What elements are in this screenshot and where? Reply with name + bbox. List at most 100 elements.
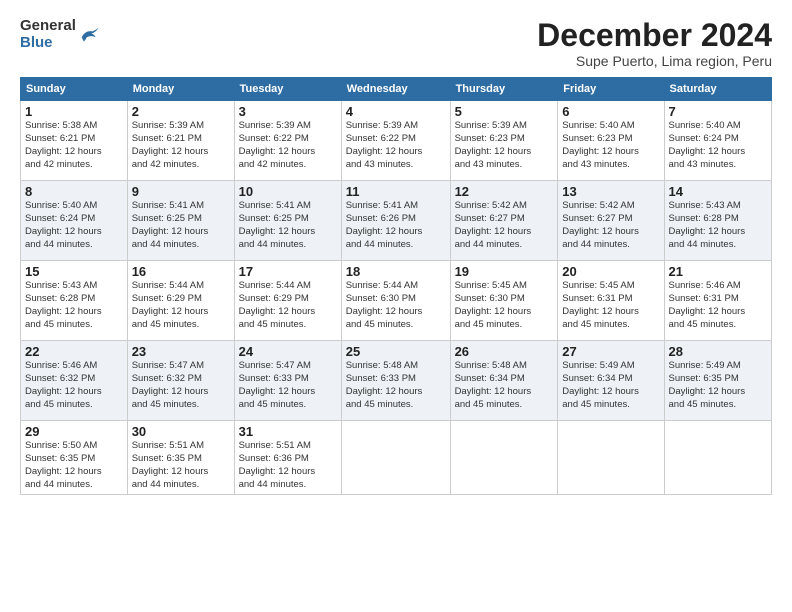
day-number: 21 (669, 264, 768, 279)
day-number: 29 (25, 424, 123, 439)
table-row: 3Sunrise: 5:39 AMSunset: 6:22 PMDaylight… (234, 101, 341, 181)
day-detail: Sunrise: 5:44 AMSunset: 6:29 PMDaylight:… (239, 280, 316, 329)
logo-general-text: General (20, 18, 76, 35)
day-detail: Sunrise: 5:39 AMSunset: 6:23 PMDaylight:… (455, 120, 532, 169)
day-detail: Sunrise: 5:43 AMSunset: 6:28 PMDaylight:… (669, 200, 746, 249)
table-row: 16Sunrise: 5:44 AMSunset: 6:29 PMDayligh… (127, 261, 234, 341)
table-row: 9Sunrise: 5:41 AMSunset: 6:25 PMDaylight… (127, 181, 234, 261)
table-row: 15Sunrise: 5:43 AMSunset: 6:28 PMDayligh… (21, 261, 128, 341)
day-number: 14 (669, 184, 768, 199)
table-row: 30Sunrise: 5:51 AMSunset: 6:35 PMDayligh… (127, 421, 234, 495)
day-detail: Sunrise: 5:40 AMSunset: 6:24 PMDaylight:… (669, 120, 746, 169)
calendar-row-3: 15Sunrise: 5:43 AMSunset: 6:28 PMDayligh… (21, 261, 772, 341)
table-row: 18Sunrise: 5:44 AMSunset: 6:30 PMDayligh… (341, 261, 450, 341)
table-row: 24Sunrise: 5:47 AMSunset: 6:33 PMDayligh… (234, 341, 341, 421)
day-number: 11 (346, 184, 446, 199)
table-row (558, 421, 664, 495)
table-row (450, 421, 558, 495)
day-detail: Sunrise: 5:48 AMSunset: 6:33 PMDaylight:… (346, 360, 423, 409)
day-detail: Sunrise: 5:40 AMSunset: 6:23 PMDaylight:… (562, 120, 639, 169)
day-detail: Sunrise: 5:42 AMSunset: 6:27 PMDaylight:… (455, 200, 532, 249)
day-detail: Sunrise: 5:38 AMSunset: 6:21 PMDaylight:… (25, 120, 102, 169)
day-number: 24 (239, 344, 337, 359)
page: General Blue December 2024 Supe Puerto, … (0, 0, 792, 612)
col-monday: Monday (127, 78, 234, 101)
day-number: 30 (132, 424, 230, 439)
table-row: 21Sunrise: 5:46 AMSunset: 6:31 PMDayligh… (664, 261, 772, 341)
day-detail: Sunrise: 5:49 AMSunset: 6:34 PMDaylight:… (562, 360, 639, 409)
day-number: 8 (25, 184, 123, 199)
day-number: 6 (562, 104, 659, 119)
title-area: December 2024 Supe Puerto, Lima region, … (537, 18, 772, 69)
col-wednesday: Wednesday (341, 78, 450, 101)
month-title: December 2024 (537, 18, 772, 53)
table-row: 5Sunrise: 5:39 AMSunset: 6:23 PMDaylight… (450, 101, 558, 181)
col-friday: Friday (558, 78, 664, 101)
day-detail: Sunrise: 5:51 AMSunset: 6:36 PMDaylight:… (239, 440, 316, 489)
day-number: 7 (669, 104, 768, 119)
table-row: 10Sunrise: 5:41 AMSunset: 6:25 PMDayligh… (234, 181, 341, 261)
day-detail: Sunrise: 5:45 AMSunset: 6:30 PMDaylight:… (455, 280, 532, 329)
day-detail: Sunrise: 5:50 AMSunset: 6:35 PMDaylight:… (25, 440, 102, 489)
day-number: 25 (346, 344, 446, 359)
day-number: 2 (132, 104, 230, 119)
col-saturday: Saturday (664, 78, 772, 101)
table-row: 31Sunrise: 5:51 AMSunset: 6:36 PMDayligh… (234, 421, 341, 495)
day-detail: Sunrise: 5:39 AMSunset: 6:22 PMDaylight:… (239, 120, 316, 169)
day-number: 1 (25, 104, 123, 119)
day-number: 16 (132, 264, 230, 279)
day-number: 12 (455, 184, 554, 199)
table-row: 1Sunrise: 5:38 AMSunset: 6:21 PMDaylight… (21, 101, 128, 181)
calendar-table: Sunday Monday Tuesday Wednesday Thursday… (20, 77, 772, 495)
day-number: 5 (455, 104, 554, 119)
table-row: 28Sunrise: 5:49 AMSunset: 6:35 PMDayligh… (664, 341, 772, 421)
table-row: 27Sunrise: 5:49 AMSunset: 6:34 PMDayligh… (558, 341, 664, 421)
logo-blue-text: Blue (20, 35, 76, 52)
day-detail: Sunrise: 5:44 AMSunset: 6:29 PMDaylight:… (132, 280, 209, 329)
table-row: 2Sunrise: 5:39 AMSunset: 6:21 PMDaylight… (127, 101, 234, 181)
day-detail: Sunrise: 5:41 AMSunset: 6:25 PMDaylight:… (132, 200, 209, 249)
subtitle: Supe Puerto, Lima region, Peru (537, 53, 772, 69)
day-detail: Sunrise: 5:46 AMSunset: 6:31 PMDaylight:… (669, 280, 746, 329)
col-sunday: Sunday (21, 78, 128, 101)
day-detail: Sunrise: 5:48 AMSunset: 6:34 PMDaylight:… (455, 360, 532, 409)
day-number: 19 (455, 264, 554, 279)
day-number: 26 (455, 344, 554, 359)
table-row: 26Sunrise: 5:48 AMSunset: 6:34 PMDayligh… (450, 341, 558, 421)
day-number: 18 (346, 264, 446, 279)
table-row: 20Sunrise: 5:45 AMSunset: 6:31 PMDayligh… (558, 261, 664, 341)
day-number: 27 (562, 344, 659, 359)
col-tuesday: Tuesday (234, 78, 341, 101)
table-row: 11Sunrise: 5:41 AMSunset: 6:26 PMDayligh… (341, 181, 450, 261)
day-detail: Sunrise: 5:49 AMSunset: 6:35 PMDaylight:… (669, 360, 746, 409)
day-number: 10 (239, 184, 337, 199)
day-detail: Sunrise: 5:51 AMSunset: 6:35 PMDaylight:… (132, 440, 209, 489)
table-row: 29Sunrise: 5:50 AMSunset: 6:35 PMDayligh… (21, 421, 128, 495)
table-row: 4Sunrise: 5:39 AMSunset: 6:22 PMDaylight… (341, 101, 450, 181)
day-detail: Sunrise: 5:47 AMSunset: 6:33 PMDaylight:… (239, 360, 316, 409)
day-number: 3 (239, 104, 337, 119)
table-row: 12Sunrise: 5:42 AMSunset: 6:27 PMDayligh… (450, 181, 558, 261)
calendar-row-2: 8Sunrise: 5:40 AMSunset: 6:24 PMDaylight… (21, 181, 772, 261)
calendar-row-5: 29Sunrise: 5:50 AMSunset: 6:35 PMDayligh… (21, 421, 772, 495)
table-row: 19Sunrise: 5:45 AMSunset: 6:30 PMDayligh… (450, 261, 558, 341)
day-number: 23 (132, 344, 230, 359)
table-row: 23Sunrise: 5:47 AMSunset: 6:32 PMDayligh… (127, 341, 234, 421)
day-number: 15 (25, 264, 123, 279)
header-row: Sunday Monday Tuesday Wednesday Thursday… (21, 78, 772, 101)
table-row: 25Sunrise: 5:48 AMSunset: 6:33 PMDayligh… (341, 341, 450, 421)
table-row (664, 421, 772, 495)
day-detail: Sunrise: 5:47 AMSunset: 6:32 PMDaylight:… (132, 360, 209, 409)
logo: General Blue (20, 18, 100, 51)
day-detail: Sunrise: 5:44 AMSunset: 6:30 PMDaylight:… (346, 280, 423, 329)
day-detail: Sunrise: 5:43 AMSunset: 6:28 PMDaylight:… (25, 280, 102, 329)
day-detail: Sunrise: 5:39 AMSunset: 6:22 PMDaylight:… (346, 120, 423, 169)
day-detail: Sunrise: 5:45 AMSunset: 6:31 PMDaylight:… (562, 280, 639, 329)
calendar-row-4: 22Sunrise: 5:46 AMSunset: 6:32 PMDayligh… (21, 341, 772, 421)
day-number: 17 (239, 264, 337, 279)
table-row: 7Sunrise: 5:40 AMSunset: 6:24 PMDaylight… (664, 101, 772, 181)
logo-bird-icon (78, 24, 100, 46)
day-detail: Sunrise: 5:41 AMSunset: 6:26 PMDaylight:… (346, 200, 423, 249)
day-detail: Sunrise: 5:42 AMSunset: 6:27 PMDaylight:… (562, 200, 639, 249)
table-row: 13Sunrise: 5:42 AMSunset: 6:27 PMDayligh… (558, 181, 664, 261)
